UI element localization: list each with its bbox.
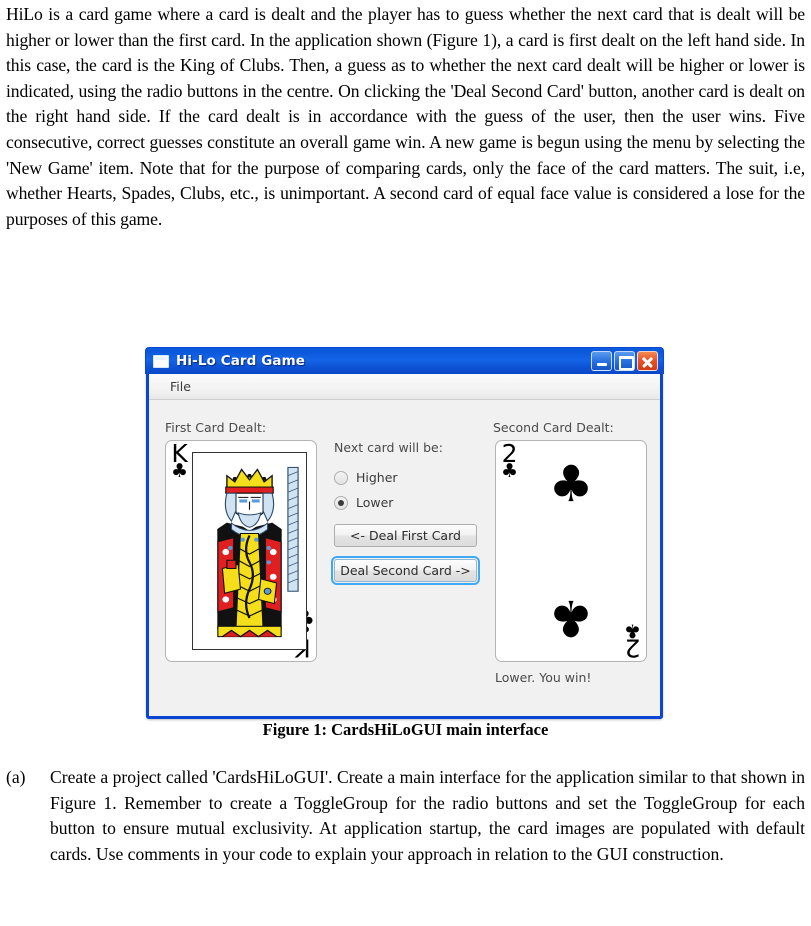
menu-item-file[interactable]: File	[163, 377, 198, 396]
task-item-a-marker: (a)	[6, 767, 26, 787]
window-icon	[153, 354, 169, 368]
radio-higher[interactable]: Higher	[334, 465, 482, 490]
card-corner-top-left: 2 ♣	[501, 441, 519, 482]
intro-paragraph: HiLo is a card game where a card is deal…	[6, 2, 805, 232]
task-item-a: (a) Create a project called 'CardsHiLoGU…	[6, 765, 805, 867]
window-title: Hi-Lo Card Game	[176, 353, 306, 369]
radio-higher-indicator[interactable]	[334, 470, 348, 485]
radio-lower-label: Lower	[356, 495, 394, 510]
close-icon[interactable]	[637, 351, 658, 371]
intro-paragraph-text: HiLo is a card game where a card is deal…	[6, 4, 805, 229]
second-card-panel[interactable]: 2 ♣ 2 ♣ ♣ ♣	[495, 440, 647, 662]
second-card-label: Second Card Dealt:	[493, 420, 614, 435]
clubs-icon: ♣	[171, 459, 189, 482]
clubs-icon: ♣	[548, 455, 594, 513]
status-message: Lower. You win!	[495, 670, 592, 685]
window-controls	[591, 351, 658, 371]
radio-lower[interactable]: Lower	[334, 490, 482, 515]
radio-lower-indicator[interactable]	[334, 495, 348, 510]
radio-higher-label: Higher	[356, 470, 398, 485]
king-of-clubs-card: K ♣ K ♣ ♣ ♣ ♣	[166, 441, 316, 661]
clubs-icon: ♣	[548, 589, 594, 647]
first-card-panel[interactable]: K ♣ K ♣ ♣ ♣ ♣	[165, 440, 317, 662]
first-card-label: First Card Dealt:	[165, 420, 267, 435]
deal-first-card-button[interactable]: <- Deal First Card	[334, 524, 477, 547]
next-card-prompt: Next card will be:	[334, 440, 443, 455]
card-corner-top-left: K ♣	[171, 441, 189, 482]
clubs-icon: ♣	[501, 459, 519, 482]
deal-second-card-button[interactable]: Deal Second Card ->	[331, 556, 480, 585]
two-of-clubs-card: 2 ♣ 2 ♣ ♣ ♣	[496, 441, 646, 661]
card-corner-bottom-right: 2 ♣	[623, 620, 641, 662]
application-window: Hi-Lo Card Game File First Card Dealt: S…	[145, 347, 664, 719]
title-bar: Hi-Lo Card Game	[145, 347, 664, 374]
maximize-icon[interactable]	[614, 351, 635, 371]
king-illustration	[193, 453, 306, 649]
window-client-area: First Card Dealt: Second Card Dealt: K ♣…	[149, 400, 660, 715]
minimize-icon[interactable]	[591, 351, 612, 371]
task-item-a-text: Create a project called 'CardsHiLoGUI'. …	[50, 767, 805, 864]
figure-caption: Figure 1: CardsHiLoGUI main interface	[262, 720, 549, 739]
guess-controls: Next card will be: Higher Lower <- Deal …	[331, 440, 482, 585]
page-root: HiLo is a card game where a card is deal…	[0, 0, 811, 926]
king-court-figure	[192, 452, 307, 650]
clubs-icon: ♣	[623, 620, 641, 643]
menu-bar: File	[149, 374, 660, 400]
